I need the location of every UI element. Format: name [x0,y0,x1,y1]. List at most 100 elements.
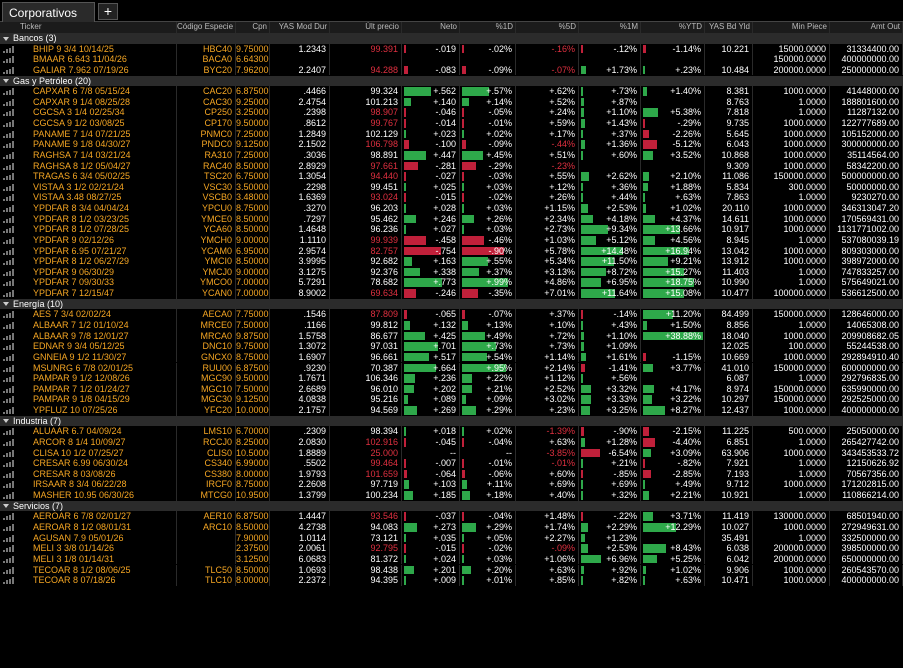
table-row[interactable]: YPDFAR 8 1/2 06/27/29 YMCI0 8.50000 3.9995 9… [0,256,903,267]
table-row[interactable]: YPDFAR 6.95 07/21/27 YCAM0 6.95000 2.9574 82… [0,245,903,257]
ticker-text[interactable]: CRESAR 6.99 06/30/24 [0,458,128,468]
table-row[interactable]: AES 7 3/4 02/02/24 AECA0 7.75000.1546 87.80… [0,309,903,320]
ticker-text[interactable]: YPDFAR 8 1/2 03/23/25 [0,214,129,224]
column-header-amt-out[interactable]: Amt Out [830,22,903,33]
ticker-text[interactable]: CGCSA 9 1/2 03/08/25 [0,118,125,128]
ticker-text[interactable]: PAMPAR 9 1/8 04/15/29 [0,394,130,404]
table-row[interactable]: CGCSA 9 1/2 03/08/25 CP170 9.50000.8612 99.… [0,118,903,129]
ticker-text[interactable]: YPDFAR 9 02/12/26 [0,235,114,245]
table-row[interactable]: BMAAR 6.643 11/04/26 BACA0 6.64300 150000.0… [0,54,903,65]
table-row[interactable]: YPDFAR 9 02/12/26 YMCH0 9.00000 1.1110 99.93… [0,234,903,246]
ticker-text[interactable]: YPDFAR 9 06/30/29 [0,267,114,277]
ticker-text[interactable]: YPDFAR 8 3/4 04/04/24 [0,203,129,213]
table-row[interactable]: ALUAAR 6.7 04/09/24 LMS10 6.70000.2309 98.3… [0,426,903,437]
ticker-text[interactable]: VISTAA 3 1/2 02/21/24 [0,182,124,192]
ticker-text[interactable]: MELI 3 3/8 01/14/26 [0,543,114,553]
ticker-text[interactable]: TECOAR 8 07/18/26 [0,575,116,585]
table-row[interactable]: EDNAR 9 3/4 05/12/25 DNC10 9.75000 1.3072 97… [0,341,903,352]
table-row[interactable]: CLISA 10 1/2 07/25/27 CLIS0 10.50000 1.8889… [0,447,903,459]
table-row[interactable]: PANAME 9 1/8 04/30/27 PNDC0 9.12500 2.1502 1… [0,139,903,150]
ticker-text[interactable]: AES 7 3/4 02/02/24 [0,309,111,319]
group-header[interactable]: Gas y Petróleo (20) [0,75,903,87]
ticker-text[interactable]: CLISA 10 1/2 07/25/27 [0,448,124,458]
table-row[interactable]: TRAGAS 6 3/4 05/02/25 TSC20 6.75000 1.3054 9… [0,171,903,182]
table-row[interactable]: MELI 3 1/8 01/14/31 3.12500 6.0683 81.372 +.… [0,553,903,565]
column-header-code[interactable]: Código Especie [177,22,236,33]
ticker-text[interactable]: ALUAAR 6.7 04/09/24 [0,426,122,436]
ticker-text[interactable]: BMAAR 6.643 11/04/26 [0,54,127,64]
ticker-text[interactable]: YPDFAR 6.95 07/21/27 [0,246,127,256]
column-header-chg-ytd[interactable]: %YTD [641,22,705,33]
ticker-text[interactable]: ALBAAR 9 7/8 12/01/27 [0,331,129,341]
column-header-bd-yld[interactable]: YAS Bd Yld [705,22,753,33]
ticker-text[interactable]: AEROAR 8 1/2 08/01/31 [0,522,131,532]
ticker-text[interactable]: YPFLUZ 10 07/25/26 [0,405,118,415]
ticker-text[interactable]: CAPXAR 6 7/8 05/15/24 [0,86,130,96]
ticker-text[interactable]: RAGHSA 8 1/2 05/04/27 [0,161,131,171]
group-header[interactable]: Bancos (3) [0,33,903,44]
table-row[interactable]: YPFLUZ 10 07/25/26 YFC20 10.00000 2.1757 94.… [0,405,903,416]
table-row[interactable]: TECOAR 8 07/18/26 TLC10 8.00000 2.2372 94.39… [0,575,903,586]
table-row[interactable]: CAPXAR 9 1/4 08/25/28 CAC30 9.25000 2.4754 1… [0,96,903,108]
table-row[interactable]: BHIP 9 3/4 10/14/25 HBC40 9.75000 1.2343 99.… [0,43,903,55]
table-row[interactable]: CRESAR 8 03/08/26 CS380 8.00000 1.9793 101.6… [0,468,903,480]
table-row[interactable]: PANAME 7 1/4 07/21/25 PNMC0 7.25000 1.2849 1… [0,128,903,140]
table-row[interactable]: PAMPAR 9 1/8 04/15/29 MGC30 9.12500 4.0838 9… [0,394,903,405]
ticker-text[interactable]: MASHER 10.95 06/30/26 [0,490,134,500]
table-row[interactable]: CRESAR 6.99 06/30/24 CS340 6.99000.5502 99.… [0,458,903,469]
table-row[interactable]: PAMPAR 9 1/2 12/08/26 MGC90 9.50000 1.7671 1… [0,373,903,384]
ticker-text[interactable]: CGCSA 3 1/4 02/25/34 [0,107,125,117]
table-row[interactable]: GNNEIA 9 1/2 11/30/27 GNCX0 8.75000 1.6907 9… [0,351,903,363]
ticker-text[interactable]: PAMPAR 7 1/2 01/24/27 [0,384,130,394]
table-row[interactable]: ALBAAR 9 7/8 12/01/27 MRCA0 9.87500 1.5758 8… [0,330,903,342]
ticker-text[interactable]: CAPXAR 9 1/4 08/25/28 [0,97,130,107]
ticker-text[interactable]: YPDFAR 7 12/15/47 [0,288,114,298]
ticker-text[interactable]: GALIAR 7.962 07/19/26 [0,65,129,75]
table-row[interactable]: YPDFAR 7 12/15/47 YCAN0 7.00000 8.9002 69.63… [0,288,903,299]
table-row[interactable]: TECOAR 8 1/2 08/06/25 TLC50 8.50000 1.0693 9… [0,564,903,576]
ticker-text[interactable]: AGUSAN 7.9 05/01/26 [0,533,124,543]
ticker-text[interactable]: YPDFAR 8 1/2 07/28/25 [0,224,129,234]
add-tab-button[interactable]: + [98,3,118,20]
column-header-ticker[interactable]: Ticker [0,22,177,33]
table-row[interactable]: ALBAAR 7 1/2 01/10/24 MRCE0 7.50000.1166 99… [0,320,903,331]
ticker-text[interactable]: PANAME 7 1/4 07/21/25 [0,129,130,139]
group-header[interactable]: Industria (7) [0,415,903,427]
collapse-triangle-icon[interactable] [3,419,9,424]
collapse-triangle-icon[interactable] [3,36,9,41]
collapse-triangle-icon[interactable] [3,79,9,84]
column-header-chg-1d[interactable]: %1D [460,22,516,33]
table-row[interactable]: VISTAA 3.48 08/27/25 VSCB0 3.48000 1.6369 93… [0,192,903,204]
table-row[interactable]: GALIAR 7.962 07/19/26 BYC20 7.96200 2.2407 9… [0,64,903,76]
ticker-text[interactable]: EDNAR 9 3/4 05/12/25 [0,341,125,351]
ticker-text[interactable]: BHIP 9 3/4 10/14/25 [0,44,114,54]
table-row[interactable]: MELI 3 3/8 01/14/26 2.37500 2.0061 92.795 -.… [0,543,903,554]
table-row[interactable]: RAGHSA 7 1/4 03/21/24 RA310 7.25000.3036 98… [0,149,903,161]
collapse-triangle-icon[interactable] [3,302,9,307]
ticker-text[interactable]: YPDFAR 8 1/2 06/27/29 [0,256,129,266]
group-header[interactable]: Energía (10) [0,298,903,310]
ticker-text[interactable]: TRAGAS 6 3/4 05/02/25 [0,171,130,181]
tab-corporativos[interactable]: Corporativos [2,2,95,22]
ticker-text[interactable]: ARCOR 8 1/4 10/09/27 [0,437,126,447]
table-row[interactable]: MSUNRG 6 7/8 02/01/25 RUU00 6.87500.9230 70… [0,362,903,374]
column-header-net[interactable]: Neto [402,22,460,33]
table-row[interactable]: YPDFAR 7 09/30/33 YMCO0 7.00000 5.7291 78.68… [0,277,903,289]
collapse-triangle-icon[interactable] [3,504,9,509]
ticker-text[interactable]: MELI 3 1/8 01/14/31 [0,554,114,564]
group-header[interactable]: Servicios (7) [0,500,903,512]
table-row[interactable]: VISTAA 3 1/2 02/21/24 VSC30 3.50000.2298 99… [0,181,903,193]
table-row[interactable]: ARCOR 8 1/4 10/09/27 RCCJ0 8.25000 2.0830 10… [0,436,903,448]
ticker-text[interactable]: VISTAA 3.48 08/27/25 [0,192,121,202]
table-row[interactable]: RAGHSA 8 1/2 05/04/27 RAC40 8.50000 2.8929 9… [0,160,903,172]
table-row[interactable]: IRSAAR 8 3/4 06/22/28 IRCF0 8.75000 2.2608 9… [0,479,903,491]
table-row[interactable]: YPDFAR 9 06/30/29 YMCJ0 9.00000 3.1275 92.37… [0,266,903,278]
column-header-chg-5d[interactable]: %5D [516,22,579,33]
ticker-text[interactable]: CRESAR 8 03/08/26 [0,469,116,479]
column-header-last-price[interactable]: Últ precio [330,22,402,33]
table-row[interactable]: MASHER 10.95 06/30/26 MTCG0 10.95000 1.3799… [0,490,903,501]
table-row[interactable]: AEROAR 8 1/2 08/01/31 ARC10 8.50000 4.2738 9… [0,521,903,533]
ticker-text[interactable]: RAGHSA 7 1/4 03/21/24 [0,150,131,160]
table-row[interactable]: YPDFAR 8 1/2 03/23/25 YMCE0 8.50000.7297 95… [0,213,903,225]
table-row[interactable]: AGUSAN 7.9 05/01/26 7.90000 1.0114 73.121 +.… [0,532,903,544]
